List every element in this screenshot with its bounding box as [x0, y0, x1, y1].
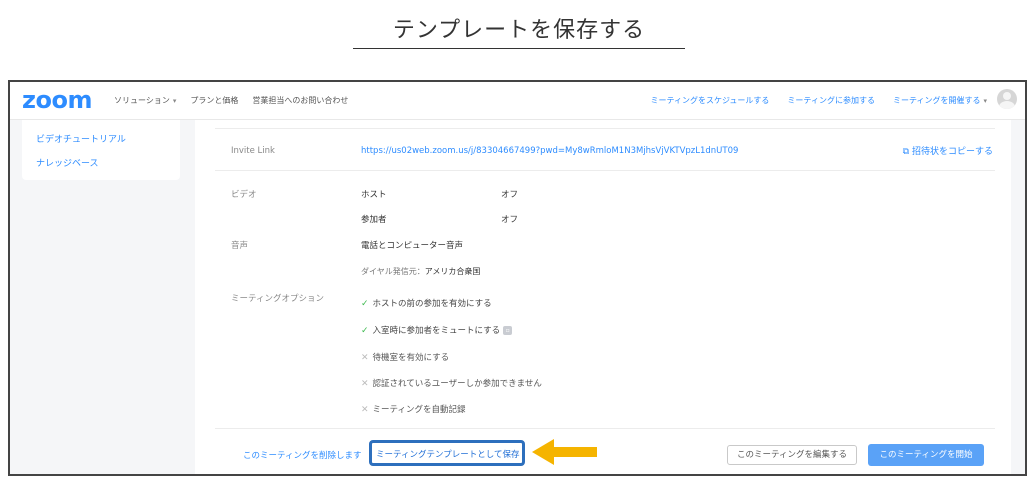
nav-join-meeting[interactable]: ミーティングに参加する: [787, 95, 875, 106]
option-waiting-room: ✕ 待機室を有効にする: [361, 353, 450, 363]
user-avatar-icon[interactable]: [997, 89, 1017, 109]
nav-plans-pricing[interactable]: プランと価格: [190, 95, 238, 106]
nav-solutions[interactable]: ソリューション ▾: [114, 95, 176, 106]
sidebar: ビデオチュートリアル ナレッジベース: [22, 120, 180, 180]
audio-value: 電話とコンピューター音声: [361, 241, 464, 251]
title-underline: [353, 48, 685, 49]
invite-link-label: Invite Link: [231, 146, 275, 156]
meeting-options-label: ミーティングオプション: [231, 294, 324, 304]
cross-icon: ✕: [361, 353, 369, 363]
save-as-template-button[interactable]: ミーティングテンプレートとして保存: [369, 440, 525, 466]
participant-video-label: 参加者: [361, 215, 387, 225]
delete-meeting-link[interactable]: このミーティングを削除します: [243, 449, 362, 461]
cross-icon: ✕: [361, 405, 369, 415]
nav-contact-sales[interactable]: 営業担当へのお問い合わせ: [252, 95, 348, 106]
copy-link-icon: ⧉: [902, 147, 910, 157]
option-mute-on-entry: ✓ 入室時に参加者をミュートにする ▫: [361, 324, 513, 336]
top-navigation: zoom ソリューション ▾ プランと価格 営業担当へのお問い合わせ ミーティング…: [10, 82, 1025, 120]
sidebar-item-video-tutorials[interactable]: ビデオチュートリアル: [36, 132, 126, 145]
chevron-down-icon: ▾: [983, 97, 987, 105]
check-icon: ✓: [361, 299, 369, 309]
save-as-template-label: ミーティングテンプレートとして保存: [376, 450, 520, 460]
nav-host-meeting[interactable]: ミーティングを開催する ▾: [893, 95, 987, 106]
invite-link-url[interactable]: https://us02web.zoom.us/j/83304667499?pw…: [361, 146, 738, 156]
audio-label: 音声: [231, 241, 249, 251]
copy-invite-button[interactable]: ⧉ 招待状をコピーする: [903, 144, 993, 157]
participant-video-value: オフ: [501, 215, 519, 225]
start-meeting-button[interactable]: このミーティングを開始: [868, 444, 984, 466]
cross-icon: ✕: [361, 379, 369, 389]
option-auto-record: ✕ ミーティングを自動記録: [361, 405, 466, 415]
nav-schedule-meeting[interactable]: ミーティングをスケジュールする: [650, 95, 769, 106]
nav-right: ミーティングをスケジュールする ミーティングに参加する ミーティングを開催する ▾: [650, 95, 987, 106]
host-video-label: ホスト: [361, 190, 387, 200]
edit-meeting-button[interactable]: このミーティングを編集する: [727, 445, 857, 465]
host-video-value: オフ: [501, 190, 519, 200]
page-title: テンプレートを保存する: [392, 18, 646, 43]
dial-from: ダイヤル発信元：アメリカ合衆国: [361, 267, 481, 276]
zoom-logo[interactable]: zoom: [22, 86, 92, 114]
chevron-down-icon: ▾: [172, 97, 177, 105]
divider: [215, 170, 995, 171]
check-icon: ✓: [361, 326, 369, 336]
zoom-screenshot: zoom ソリューション ▾ プランと価格 営業担当へのお問い合わせ ミーティング…: [8, 80, 1027, 476]
info-icon[interactable]: ▫: [503, 326, 513, 335]
sidebar-item-knowledge-base[interactable]: ナレッジベース: [36, 156, 99, 169]
arrow-shaft: [553, 447, 597, 457]
option-authenticated-only: ✕ 認証されているユーザーしか参加できません: [361, 379, 542, 389]
divider: [215, 128, 995, 129]
nav-left: ソリューション ▾ プランと価格 営業担当へのお問い合わせ: [114, 95, 348, 106]
meeting-detail-panel: Invite Link https://us02web.zoom.us/j/83…: [195, 120, 1011, 474]
divider: [215, 428, 995, 429]
video-label: ビデオ: [231, 190, 257, 200]
arrow-left-icon: [532, 439, 554, 465]
option-join-before-host: ✓ ホストの前の参加を有効にする: [361, 299, 492, 309]
